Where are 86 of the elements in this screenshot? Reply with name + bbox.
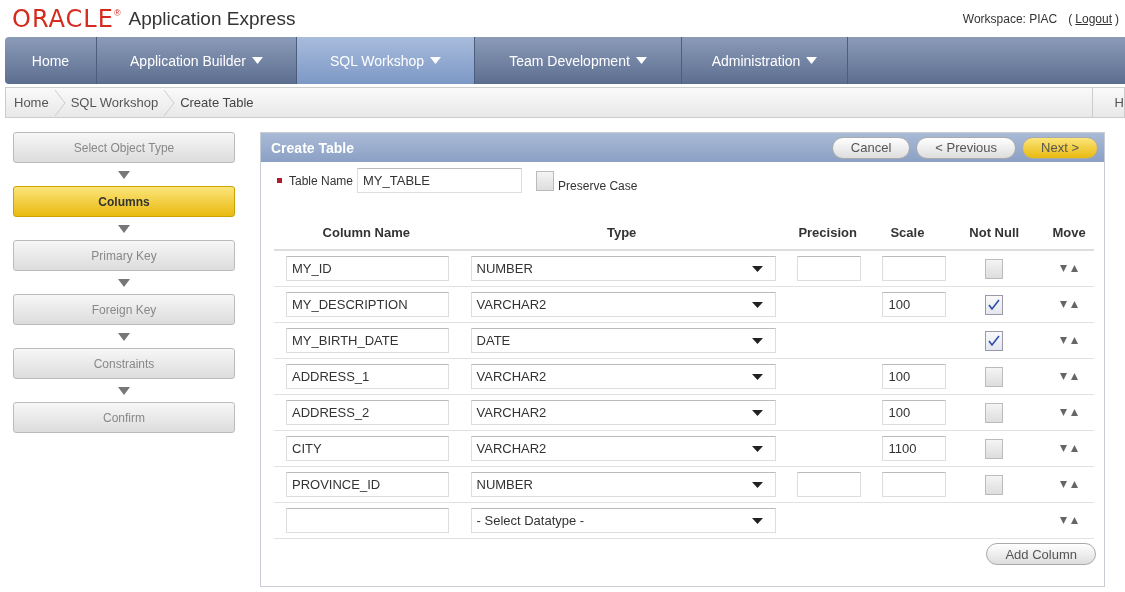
add-column-button[interactable]: Add Column xyxy=(986,543,1096,565)
type-select[interactable]: VARCHAR2 xyxy=(470,364,776,389)
column-header: Column Name xyxy=(321,223,411,242)
caret-icon xyxy=(751,301,763,308)
breadcrumb-link[interactable]: SQL Workshop xyxy=(70,95,159,110)
preserve-case-checkbox[interactable] xyxy=(536,170,555,191)
down-arrow-icon xyxy=(118,387,130,395)
move-arrows-icon[interactable] xyxy=(1060,264,1079,273)
wizard-button[interactable]: Cancel xyxy=(831,136,911,159)
column-name-field[interactable]: MY_ID xyxy=(286,256,449,281)
move-arrows-icon[interactable] xyxy=(1060,372,1079,381)
panel-title: Create Table xyxy=(271,139,354,156)
caret-icon xyxy=(751,265,763,272)
scale-field[interactable] xyxy=(882,256,947,281)
caret-icon xyxy=(751,517,763,524)
scale-field[interactable]: 1100 xyxy=(882,436,947,461)
nav-tab[interactable]: Team Development xyxy=(475,37,682,84)
not-null-checkbox[interactable] xyxy=(985,438,1004,459)
type-select[interactable]: VARCHAR2 xyxy=(470,292,776,317)
down-arrow-icon xyxy=(118,279,130,287)
move-arrows-icon[interactable] xyxy=(1060,300,1079,309)
preserve-case-label: Preserve Case xyxy=(558,178,638,193)
bracket: ) xyxy=(1115,11,1119,26)
move-arrows-icon[interactable] xyxy=(1060,408,1079,417)
table-name-label: Table Name xyxy=(289,173,354,188)
breadcrumb-link[interactable]: Home xyxy=(14,95,49,110)
type-select[interactable]: NUMBER xyxy=(470,256,776,281)
down-arrow-icon xyxy=(118,225,130,233)
precision-field[interactable] xyxy=(796,472,861,497)
type-select[interactable]: DATE xyxy=(470,328,776,353)
caret-icon xyxy=(751,445,763,452)
move-arrows-icon[interactable] xyxy=(1060,480,1079,489)
column-name-field[interactable]: CITY xyxy=(286,436,449,461)
not-null-checkbox[interactable] xyxy=(985,294,1004,315)
scale-field[interactable] xyxy=(882,472,947,497)
column-header: Not Null xyxy=(968,223,1021,242)
move-arrows-icon[interactable] xyxy=(1060,336,1079,345)
not-null-checkbox[interactable] xyxy=(985,366,1004,387)
column-name-field[interactable]: MY_DESCRIPTION xyxy=(286,292,449,317)
caret-icon xyxy=(751,409,763,416)
not-null-checkbox[interactable] xyxy=(985,402,1004,423)
caret-icon xyxy=(430,57,442,64)
caret-icon xyxy=(635,57,647,64)
column-header: Move xyxy=(1051,223,1087,242)
nav-tab[interactable]: Administration xyxy=(682,37,848,84)
type-select[interactable]: - Select Datatype - xyxy=(470,508,776,533)
next-button[interactable]: Next > xyxy=(1022,136,1098,159)
down-arrow-icon xyxy=(118,333,130,341)
oracle-logo: ORACLE xyxy=(12,4,114,33)
registered-mark: ® xyxy=(113,8,121,18)
caret-icon xyxy=(252,57,263,64)
scale-field[interactable]: 100 xyxy=(882,292,947,317)
scale-field[interactable]: 100 xyxy=(882,364,947,389)
down-arrow-icon xyxy=(118,171,130,179)
column-header: Precision xyxy=(797,223,858,242)
type-select[interactable]: VARCHAR2 xyxy=(470,436,776,461)
move-arrows-icon[interactable] xyxy=(1060,516,1079,525)
product-name: Application Express xyxy=(128,7,296,30)
not-null-checkbox[interactable] xyxy=(985,330,1004,351)
breadcrumb-link[interactable]: Create Table xyxy=(180,95,254,110)
caret-icon xyxy=(751,373,763,380)
wizard-step[interactable]: Columns xyxy=(13,186,235,217)
caret-icon xyxy=(806,57,818,64)
type-select[interactable]: VARCHAR2 xyxy=(470,400,776,425)
column-header: Scale xyxy=(889,223,926,242)
caret-icon xyxy=(751,337,763,344)
wizard-button[interactable]: < Previous xyxy=(916,136,1017,159)
column-name-field[interactable] xyxy=(286,508,449,533)
not-null-checkbox[interactable] xyxy=(985,474,1004,495)
bracket: ( xyxy=(1068,11,1073,26)
nav-tab[interactable]: Home xyxy=(5,37,97,84)
help-link[interactable]: H xyxy=(1091,88,1124,117)
scale-field[interactable]: 100 xyxy=(882,400,947,425)
column-name-field[interactable]: ADDRESS_1 xyxy=(286,364,449,389)
caret-icon xyxy=(751,481,763,488)
logout-link[interactable]: Logout xyxy=(1075,11,1112,26)
column-name-field[interactable]: ADDRESS_2 xyxy=(286,400,449,425)
type-select[interactable]: NUMBER xyxy=(470,472,776,497)
table-name-field[interactable]: MY_TABLE xyxy=(357,168,523,193)
move-arrows-icon[interactable] xyxy=(1060,444,1079,453)
column-header: Type xyxy=(605,223,638,242)
precision-field[interactable] xyxy=(796,256,861,281)
not-null-checkbox[interactable] xyxy=(985,258,1004,279)
workspace-label: Workspace: PIAC xyxy=(962,11,1058,26)
column-name-field[interactable]: MY_BIRTH_DATE xyxy=(286,328,449,353)
column-name-field[interactable]: PROVINCE_ID xyxy=(286,472,449,497)
